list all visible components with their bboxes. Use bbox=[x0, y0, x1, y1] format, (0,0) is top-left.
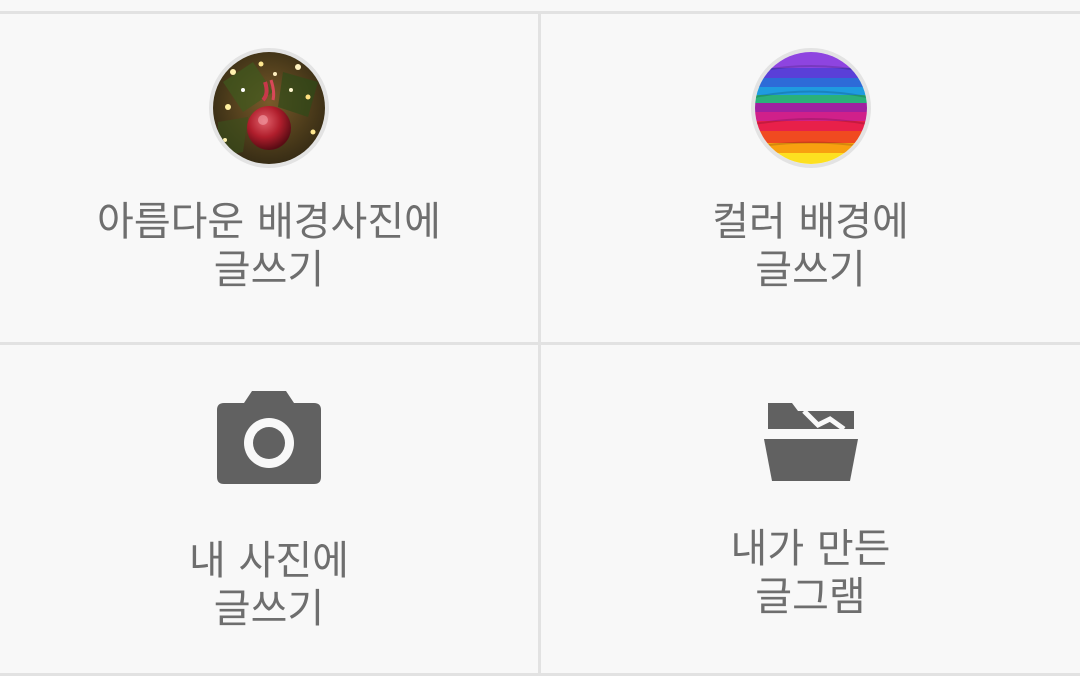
camera-icon bbox=[216, 389, 322, 485]
tile-photo-background[interactable]: 아름다운 배경사진에 글쓰기 bbox=[0, 14, 538, 342]
tile-my-creations[interactable]: 내가 만든 글그램 bbox=[541, 345, 1080, 673]
tile-photo-background-label: 아름다운 배경사진에 글쓰기 bbox=[97, 199, 441, 293]
menu-grid: 아름다운 배경사진에 글쓰기 컬러 배경에 글쓰기 내 사진에 글쓰기 내가 만… bbox=[0, 0, 1080, 676]
tile-color-background-label: 컬러 배경에 글쓰기 bbox=[712, 199, 909, 293]
tile-my-photo-label: 내 사진에 글쓰기 bbox=[189, 538, 349, 632]
tile-my-creations-label: 내가 만든 글그램 bbox=[730, 526, 891, 620]
folder-open-icon bbox=[763, 403, 858, 483]
tile-my-photo[interactable]: 내 사진에 글쓰기 bbox=[0, 345, 538, 673]
rainbow-color-thumbnail bbox=[750, 48, 871, 168]
tile-color-background[interactable]: 컬러 배경에 글쓰기 bbox=[541, 14, 1080, 342]
christmas-photo-thumbnail bbox=[209, 48, 329, 168]
